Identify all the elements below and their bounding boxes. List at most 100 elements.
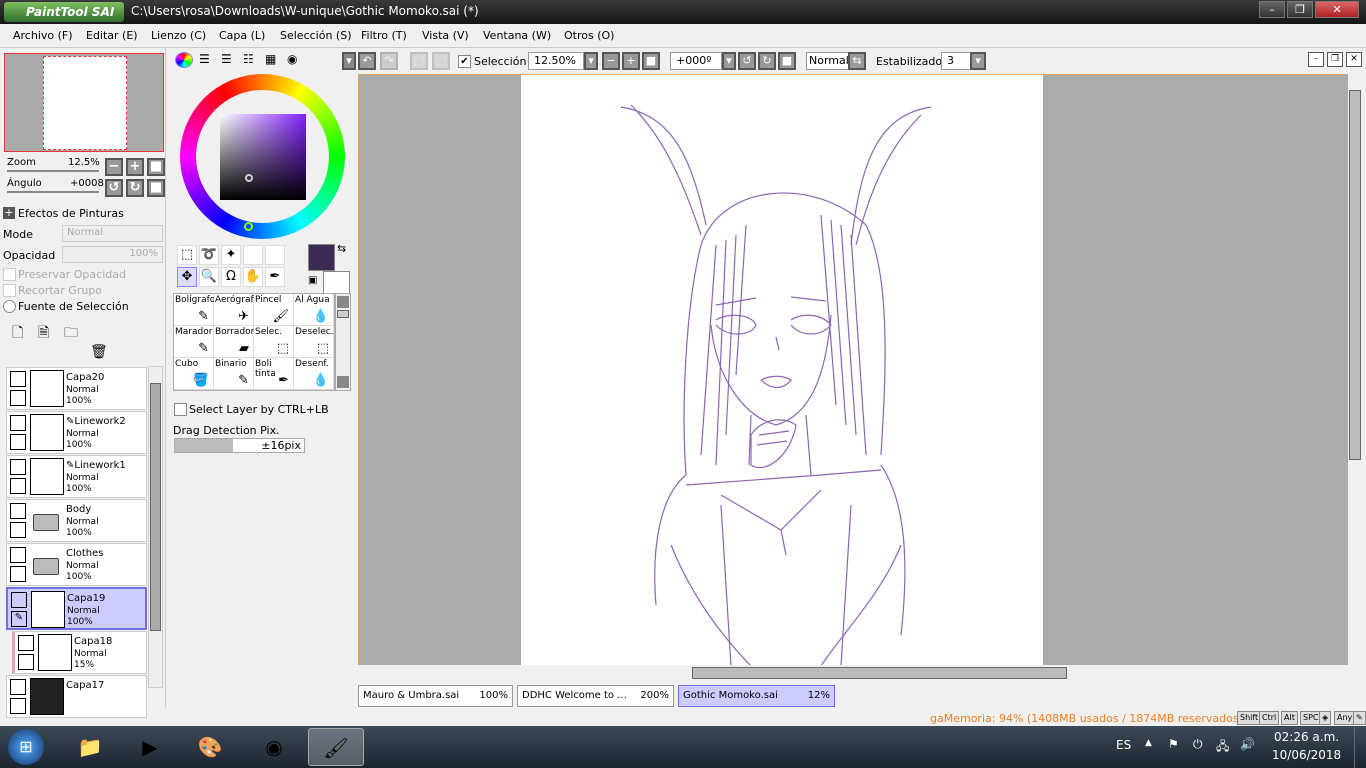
stabilizer-dropdown[interactable]: ▾ — [970, 52, 986, 70]
show-desktop-button[interactable] — [1354, 726, 1366, 768]
menu-ventana[interactable]: Ventana (W) — [483, 29, 551, 42]
eyedropper-tool[interactable]: ✒ — [265, 267, 285, 287]
layer-item[interactable]: Capa18 Normal 15% — [12, 631, 147, 674]
menu-editar[interactable]: Editar (E) — [86, 29, 138, 42]
scroll-up-button[interactable] — [337, 296, 349, 308]
effects-header[interactable]: Efectos de Pinturas — [18, 207, 124, 220]
document-tab-active[interactable]: Gothic Momoko.sai 12% — [678, 685, 835, 707]
zoom-dropdown[interactable]: ▾ — [584, 52, 598, 70]
brush-slot-deselect[interactable]: Deselec. ⬚ — [294, 326, 334, 358]
menu-otros[interactable]: Otros (O) — [564, 29, 614, 42]
toolbar-rotate-reset[interactable]: ■ — [778, 52, 796, 70]
brush-slot-eraser[interactable]: Borrador ▰ — [214, 326, 254, 358]
hue-ring[interactable] — [180, 74, 345, 239]
action-center-flag-icon[interactable]: ⚑ — [1168, 737, 1179, 751]
drag-detection-slider[interactable]: ±16pix — [174, 438, 305, 453]
new-linework-layer-icon[interactable]: 🗎 — [38, 322, 49, 346]
flip-horizontal-button[interactable]: ⇆ — [848, 52, 866, 70]
stabilizer-field[interactable]: 3 — [941, 52, 971, 70]
transparent-color-icon[interactable]: ▣ — [308, 275, 317, 286]
zoom-tool[interactable]: 🔍 — [199, 267, 219, 287]
toolbar-rotate-right[interactable]: ↻ — [758, 52, 776, 70]
volume-icon[interactable]: 🔊 — [1240, 737, 1255, 751]
rotate-tool[interactable]: Ω — [221, 267, 241, 287]
sai-taskbar-icon[interactable]: 🖌 — [308, 728, 364, 766]
preserve-opacity-checkbox[interactable] — [3, 268, 16, 281]
layer-item[interactable]: ✎ Capa19 Normal 100% — [6, 587, 147, 630]
brush-slot-water[interactable]: Al Agua 💧 — [294, 294, 334, 326]
brush-slot-airbrush[interactable]: Aerógrafo ✈ — [214, 294, 259, 326]
menu-filtro[interactable]: Filtro (T) — [361, 29, 407, 42]
lock-toggle[interactable] — [10, 522, 26, 538]
hand-tool[interactable]: ✋ — [243, 267, 263, 287]
angle-field[interactable]: +000º — [670, 52, 722, 70]
zoom-out-button[interactable]: − — [105, 158, 123, 176]
layer-scrollbar[interactable] — [148, 366, 163, 688]
rotate-left-button[interactable]: ↺ — [105, 179, 123, 197]
undo-button[interactable]: ↶ — [358, 52, 376, 70]
media-player-taskbar-icon[interactable]: ▶ — [122, 728, 178, 766]
move-tool[interactable]: ✥ — [177, 267, 197, 287]
visibility-toggle[interactable] — [18, 635, 34, 651]
plus-icon[interactable]: + — [3, 207, 15, 219]
mode-select[interactable]: Normal — [62, 225, 163, 242]
document-tab[interactable]: Mauro & Umbra.sai 100% — [358, 685, 513, 707]
hue-marker[interactable] — [244, 222, 253, 231]
rect-select-tool[interactable]: ⬚ — [177, 245, 197, 265]
color-picker-marker[interactable] — [245, 174, 253, 182]
clock-time[interactable]: 02:26 a.m. — [1274, 730, 1339, 744]
brush-slot-brush[interactable]: Pincel 🖌 — [254, 294, 294, 326]
selection-checkbox[interactable]: ✔ — [458, 55, 471, 68]
paint-taskbar-icon[interactable]: 🎨 — [182, 728, 238, 766]
lock-toggle[interactable] — [10, 390, 26, 406]
document-canvas[interactable] — [521, 75, 1043, 666]
primary-color-swatch[interactable] — [308, 244, 335, 271]
menu-archivo[interactable]: Archivo (F) — [13, 29, 73, 42]
visibility-toggle[interactable] — [10, 459, 26, 475]
new-layer-icon[interactable]: 🗋 — [12, 322, 23, 346]
start-button[interactable]: ⊞ — [8, 729, 44, 765]
zoom-reset-button[interactable]: ■ — [147, 158, 165, 176]
angle-slider[interactable] — [7, 191, 99, 193]
minimize-button[interactable]: – — [1259, 1, 1285, 18]
layer-scroll-thumb[interactable] — [150, 383, 161, 631]
panel-toggle-button[interactable]: ▾ — [342, 52, 356, 70]
document-tab[interactable]: DDHC Welcome to ... 200% — [517, 685, 674, 707]
color-mixer-tab[interactable]: ◉ — [287, 52, 297, 66]
horizontal-scrollbar[interactable] — [358, 665, 1348, 681]
brush-slot-blur[interactable]: Desenf. 💧 — [294, 358, 334, 390]
visibility-toggle[interactable] — [11, 592, 27, 608]
clock-date[interactable]: 10/06/2018 — [1272, 748, 1341, 762]
menu-lienzo[interactable]: Lienzo (C) — [151, 29, 206, 42]
lock-toggle[interactable] — [10, 566, 26, 582]
canvas-area[interactable] — [358, 74, 1348, 666]
visibility-toggle[interactable] — [10, 503, 26, 519]
invert-selection-button[interactable]: ⬚ — [432, 52, 450, 70]
rotate-reset-button[interactable]: ■ — [147, 179, 165, 197]
visibility-toggle[interactable] — [10, 371, 26, 387]
rgb-slider-tab[interactable]: ☰ — [199, 52, 210, 66]
angle-dropdown[interactable]: ▾ — [722, 52, 736, 70]
navigator-preview[interactable] — [4, 53, 164, 152]
saturation-value-square[interactable] — [220, 114, 306, 200]
zoom-field[interactable]: 12.50% — [528, 52, 584, 70]
layer-item[interactable]: Body Normal 100% — [6, 499, 147, 542]
selection-source-radio[interactable] — [3, 300, 16, 313]
vertical-scrollbar[interactable] — [1348, 74, 1362, 665]
toolbar-rotate-left[interactable]: ↺ — [738, 52, 756, 70]
toolbar-zoom-in[interactable]: + — [622, 52, 640, 70]
opacity-field[interactable]: 100% — [62, 246, 163, 263]
horizontal-scroll-thumb[interactable] — [692, 667, 1067, 679]
toolbar-zoom-out[interactable]: − — [602, 52, 620, 70]
new-folder-icon[interactable]: 🗀 — [64, 322, 78, 346]
menu-vista[interactable]: Vista (V) — [422, 29, 469, 42]
toolbar-zoom-reset[interactable]: ■ — [642, 52, 660, 70]
chrome-taskbar-icon[interactable]: ◉ — [246, 728, 302, 766]
magic-wand-tool[interactable]: ✦ — [221, 245, 241, 265]
clip-group-checkbox[interactable] — [3, 284, 16, 297]
scroll-down-button[interactable] — [337, 376, 349, 388]
network-icon[interactable]: 🖧 — [1216, 737, 1229, 758]
brush-slot-ink-pen[interactable]: Boli tinta ✒ — [254, 358, 294, 390]
scroll-thumb[interactable] — [337, 310, 349, 318]
lock-toggle[interactable] — [10, 434, 26, 450]
